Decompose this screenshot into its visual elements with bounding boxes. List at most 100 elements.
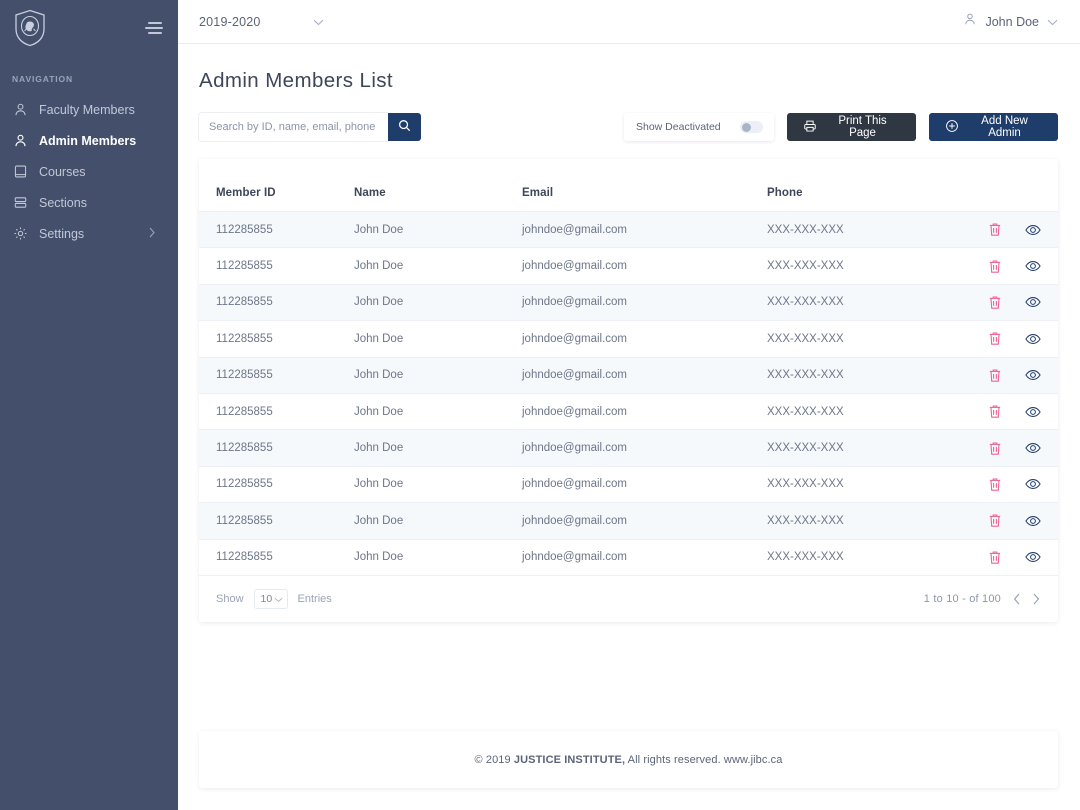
pager <box>1013 593 1040 605</box>
entries-per-page-value: 10 <box>260 592 273 605</box>
table-footer: Show 10 Entries 1 to 10 - of 100 <box>199 576 1058 622</box>
cell-phone: XXX-XXX-XXX <box>767 320 957 358</box>
app-root: NAVIGATION Faculty Members Admin Members <box>0 0 1080 810</box>
cell-name: John Doe <box>354 357 522 394</box>
shield-crest-logo[interactable] <box>14 9 46 47</box>
cell-phone: XXX-XXX-XXX <box>767 284 957 322</box>
table-row[interactable]: 112285855 John Doe johndoe@gmail.com XXX-XX… <box>199 357 1058 394</box>
trash-icon[interactable] <box>987 258 1003 274</box>
cell-actions <box>957 247 1058 285</box>
cell-email: johndoe@gmail.com <box>522 247 767 285</box>
sidebar-item-courses[interactable]: Courses <box>0 156 178 187</box>
cell-member-id: 112285855 <box>199 502 354 540</box>
cell-member-id: 112285855 <box>199 539 354 576</box>
eye-icon[interactable] <box>1025 404 1041 420</box>
cell-email: johndoe@gmail.com <box>522 393 767 431</box>
toggle-switch[interactable] <box>740 121 763 133</box>
cell-name: John Doe <box>354 211 522 249</box>
column-header-actions <box>957 159 1058 212</box>
footer-org: JUSTICE INSTITUTE, <box>513 753 626 766</box>
cell-email: johndoe@gmail.com <box>522 284 767 322</box>
table-header-row: Member ID Name Email Phone <box>199 159 1058 212</box>
cell-phone: XXX-XXX-XXX <box>767 466 957 504</box>
cell-phone: XXX-XXX-XXX <box>767 393 957 431</box>
table-row[interactable]: 112285855 John Doe johndoe@gmail.com XXX-XX… <box>199 466 1058 504</box>
table-row[interactable]: 112285855 John Doe johndoe@gmail.com XXX-XX… <box>199 429 1058 467</box>
table-row[interactable]: 112285855 John Doe johndoe@gmail.com XXX-XX… <box>199 284 1058 322</box>
eye-icon[interactable] <box>1025 294 1041 310</box>
toolbar: Show Deactivated Print This Page <box>178 93 1080 146</box>
eye-icon[interactable] <box>1025 331 1041 347</box>
column-header-phone: Phone <box>767 159 957 212</box>
column-header-email: Email <box>522 159 767 212</box>
chevron-down-icon <box>274 590 283 608</box>
print-page-button[interactable]: Print This Page <box>787 113 916 141</box>
user-name: John Doe <box>985 14 1039 29</box>
cell-email: johndoe@gmail.com <box>522 539 767 576</box>
add-new-admin-label: Add New Admin <box>981 115 1028 139</box>
gear-icon <box>12 226 28 242</box>
chevron-right-icon <box>148 227 156 241</box>
main-area: 2019-2020 John Doe Admin Members List Se… <box>178 0 1080 810</box>
chevron-left-icon[interactable] <box>1013 593 1021 605</box>
table-row[interactable]: 112285855 John Doe johndoe@gmail.com XXX-XX… <box>199 539 1058 576</box>
entries-control: Show 10 Entries <box>216 588 332 609</box>
eye-icon[interactable] <box>1025 476 1041 492</box>
eye-icon[interactable] <box>1025 222 1041 238</box>
table-row[interactable]: 112285855 John Doe johndoe@gmail.com XXX-XX… <box>199 247 1058 285</box>
cell-email: johndoe@gmail.com <box>522 429 767 467</box>
sidebar-item-admin-members[interactable]: Admin Members <box>0 125 178 156</box>
cell-name: John Doe <box>354 466 522 504</box>
table-row[interactable]: 112285855 John Doe johndoe@gmail.com XXX-XX… <box>199 502 1058 540</box>
menu-toggle-icon[interactable] <box>144 20 164 36</box>
nav-section-label: NAVIGATION <box>12 74 74 84</box>
chevron-right-icon[interactable] <box>1032 593 1040 605</box>
show-deactivated-toggle[interactable]: Show Deactivated <box>624 113 774 141</box>
table-row[interactable]: 112285855 John Doe johndoe@gmail.com XXX-XX… <box>199 393 1058 431</box>
search-input[interactable] <box>199 113 388 141</box>
search-button[interactable] <box>388 113 421 141</box>
trash-icon[interactable] <box>987 331 1003 347</box>
eye-icon[interactable] <box>1025 513 1041 529</box>
column-header-name: Name <box>354 159 522 212</box>
eye-icon[interactable] <box>1025 549 1041 565</box>
trash-icon[interactable] <box>987 440 1003 456</box>
eye-icon[interactable] <box>1025 367 1041 383</box>
trash-icon[interactable] <box>987 294 1003 310</box>
cell-name: John Doe <box>354 393 522 431</box>
sidebar-item-settings[interactable]: Settings <box>0 218 178 249</box>
cell-member-id: 112285855 <box>199 211 354 249</box>
pagination-controls: 1 to 10 - of 100 <box>924 593 1040 605</box>
trash-icon[interactable] <box>987 367 1003 383</box>
trash-icon[interactable] <box>987 404 1003 420</box>
table-row[interactable]: 112285855 John Doe johndoe@gmail.com XXX-XX… <box>199 211 1058 249</box>
column-header-member-id: Member ID <box>199 159 354 212</box>
cell-member-id: 112285855 <box>199 247 354 285</box>
footer-copyright: © 2019 <box>474 753 514 766</box>
cell-member-id: 112285855 <box>199 393 354 431</box>
table-row[interactable]: 112285855 John Doe johndoe@gmail.com XXX-XX… <box>199 320 1058 358</box>
trash-icon[interactable] <box>987 222 1003 238</box>
page-footer: © 2019 JUSTICE INSTITUTE, All rights res… <box>199 731 1058 788</box>
cell-member-id: 112285855 <box>199 466 354 504</box>
add-new-admin-button[interactable]: Add New Admin <box>929 113 1058 141</box>
cell-actions <box>957 284 1058 322</box>
trash-icon[interactable] <box>987 549 1003 565</box>
sidebar: NAVIGATION Faculty Members Admin Members <box>0 0 178 810</box>
user-menu[interactable]: John Doe <box>963 12 1058 31</box>
sidebar-item-faculty-members[interactable]: Faculty Members <box>0 94 178 125</box>
cell-actions <box>957 393 1058 431</box>
table-body: 112285855 John Doe johndoe@gmail.com XXX-XX… <box>199 211 1058 576</box>
sidebar-item-sections[interactable]: Sections <box>0 187 178 218</box>
eye-icon[interactable] <box>1025 440 1041 456</box>
entries-per-page-select[interactable]: 10 <box>253 588 288 609</box>
cell-phone: XXX-XXX-XXX <box>767 357 957 394</box>
trash-icon[interactable] <box>987 513 1003 529</box>
trash-icon[interactable] <box>987 476 1003 492</box>
cell-actions <box>957 357 1058 394</box>
academic-year-select[interactable]: 2019-2020 <box>199 13 324 31</box>
cell-member-id: 112285855 <box>199 429 354 467</box>
table-head: Member ID Name Email Phone <box>199 159 1058 212</box>
eye-icon[interactable] <box>1025 258 1041 274</box>
chevron-down-icon <box>1047 13 1058 31</box>
